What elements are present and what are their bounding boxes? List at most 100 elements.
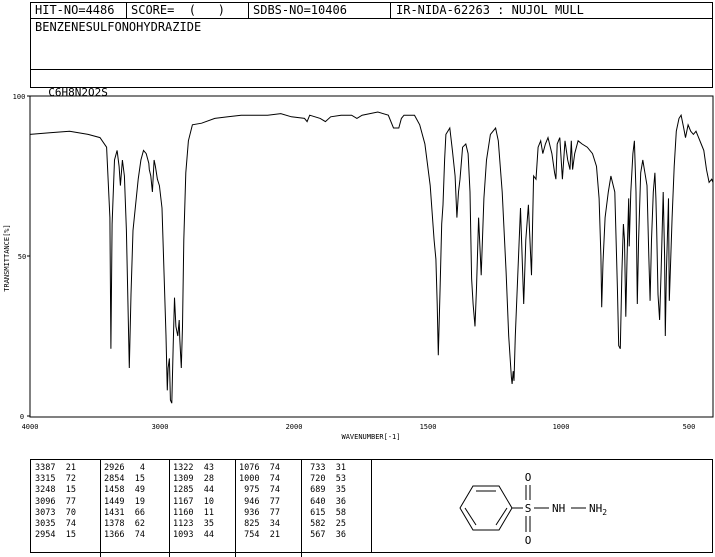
x-ticks: 4000 3000 2000 1500 1000 500 [22, 423, 696, 431]
peak-column: 3387 21 3315 72 3248 15 3096 77 3073 70 3035 … [35, 463, 76, 541]
peak-row: 3096 77 [35, 497, 76, 508]
peak-row: 754 21 [239, 530, 280, 541]
header-divider [248, 2, 249, 18]
peak-wavenumber: 3248 [35, 485, 56, 496]
peak-wavenumber: 1449 [104, 496, 125, 507]
peak-transmittance: 58 [335, 507, 346, 518]
peak-wavenumber: 1378 [104, 519, 125, 530]
peak-transmittance: 62 [134, 519, 145, 530]
peak-row: 825 34 [239, 519, 280, 530]
peak-wavenumber: 1167 [173, 496, 194, 507]
peak-wavenumber: 3035 [35, 519, 56, 530]
peak-transmittance: 35 [203, 519, 214, 530]
peak-transmittance: 25 [335, 519, 346, 530]
peak-wavenumber: 975 [239, 485, 260, 496]
peak-wavenumber: 1076 [239, 463, 260, 473]
peak-row: 2926 4 [104, 463, 145, 474]
peak-transmittance: 72 [65, 474, 76, 485]
peak-wavenumber: 1431 [104, 507, 125, 518]
peak-transmittance: 31 [335, 463, 346, 473]
x-tick-label-1500: 1500 [420, 423, 437, 431]
peak-wavenumber: 1285 [173, 485, 194, 496]
header-divider [390, 2, 391, 18]
ir-identifier: IR-NIDA-62263 : NUJOL MULL [396, 3, 584, 17]
peak-transmittance: 28 [203, 474, 214, 485]
peak-table: 3387 21 3315 72 3248 15 3096 77 3073 70 3035 … [30, 459, 373, 557]
peak-row: 3315 72 [35, 474, 76, 485]
peak-transmittance: 74 [134, 530, 145, 541]
compound-name: BENZENESULFONOHYDRAZIDE [35, 20, 202, 34]
peak-row: 3073 70 [35, 508, 76, 519]
structure-diagram: S O O NH NH2 [459, 471, 607, 547]
hit-number: HIT-NO=4486 [35, 3, 115, 17]
peak-transmittance: 34 [269, 519, 280, 530]
y-ticks: 100 50 0 [13, 93, 30, 421]
peak-transmittance: 77 [269, 507, 280, 518]
peak-transmittance: 36 [335, 496, 346, 507]
peak-row: 615 58 [305, 508, 346, 519]
oxygen-top: O [525, 471, 532, 484]
peak-row: 1076 74 [239, 463, 280, 474]
peak-column: 1322 43 1309 28 1285 44 1167 10 1160 11 1123 … [173, 463, 214, 541]
y-tick-label-100: 100 [13, 93, 26, 101]
peak-values: 3387 21 3315 72 3248 15 3096 77 3073 70 3035 … [31, 460, 373, 554]
peak-transmittance: 53 [335, 474, 346, 485]
peak-wavenumber: 3315 [35, 474, 56, 485]
peak-wavenumber: 1458 [104, 485, 125, 496]
peak-transmittance: 74 [269, 463, 280, 473]
peak-row: 689 35 [305, 485, 346, 496]
peak-row: 1378 62 [104, 519, 145, 530]
sulfur-atom: S [525, 502, 532, 515]
peak-transmittance: 15 [134, 474, 145, 485]
peak-wavenumber: 825 [239, 519, 260, 530]
peak-wavenumber: 1322 [173, 463, 194, 473]
peak-column: 2926 4 2854 15 1458 49 1449 19 1431 66 1378 6… [104, 463, 145, 541]
peak-wavenumber: 936 [239, 507, 260, 518]
peak-row: 567 36 [305, 530, 346, 541]
sdbs-number: SDBS-NO=10406 [253, 3, 347, 17]
structure-box: S O O NH NH2 [371, 459, 713, 553]
peak-wavenumber: 754 [239, 530, 260, 541]
peak-row: 2954 15 [35, 530, 76, 541]
peak-wavenumber: 1093 [173, 530, 194, 541]
peak-transmittance: 19 [134, 496, 145, 507]
peak-row: 1309 28 [173, 474, 214, 485]
peak-row: 3035 74 [35, 519, 76, 530]
peak-row: 936 77 [239, 508, 280, 519]
peak-transmittance: 15 [65, 530, 76, 541]
peak-wavenumber: 1123 [173, 519, 194, 530]
peak-row: 640 36 [305, 497, 346, 508]
peak-transmittance: 44 [203, 485, 214, 496]
peak-transmittance: 35 [335, 485, 346, 496]
peak-row: 582 25 [305, 519, 346, 530]
peak-wavenumber: 615 [305, 507, 326, 518]
peak-transmittance: 10 [203, 496, 214, 507]
formula-box [30, 69, 713, 88]
peak-row: 1093 44 [173, 530, 214, 541]
header-divider [126, 2, 127, 18]
peak-wavenumber: 582 [305, 519, 326, 530]
peak-column: 1076 74 1000 74 975 74 946 77 936 77 825 … [239, 463, 280, 541]
peak-transmittance: 36 [335, 530, 346, 541]
peak-row: 1431 66 [104, 508, 145, 519]
nh2-group: NH2 [589, 502, 607, 517]
peak-transmittance: 15 [65, 485, 76, 496]
y-tick-label-50: 50 [18, 253, 26, 261]
peak-wavenumber: 640 [305, 496, 326, 507]
peak-row: 1160 11 [173, 508, 214, 519]
peak-wavenumber: 3073 [35, 507, 56, 518]
peak-column: 733 31 720 53 689 35 640 36 615 58 582 2… [305, 463, 346, 541]
peak-transmittance: 66 [134, 507, 145, 518]
nh2-subscript: 2 [602, 508, 607, 517]
nh-group: NH [552, 502, 565, 515]
peak-row: 733 31 [305, 463, 346, 474]
benzene-ring [459, 485, 513, 531]
peak-transmittance: 74 [269, 485, 280, 496]
peak-wavenumber: 720 [305, 474, 326, 485]
peak-transmittance: 43 [203, 463, 214, 473]
ir-spectrum-chart: 100 50 0 TRANSMITTANCE[%] 4000 3000 2000… [3, 93, 714, 441]
x-tick-label-3000: 3000 [152, 423, 169, 431]
peak-row: 3248 15 [35, 485, 76, 496]
peak-row: 1449 19 [104, 497, 145, 508]
x-tick-label-1000: 1000 [553, 423, 570, 431]
